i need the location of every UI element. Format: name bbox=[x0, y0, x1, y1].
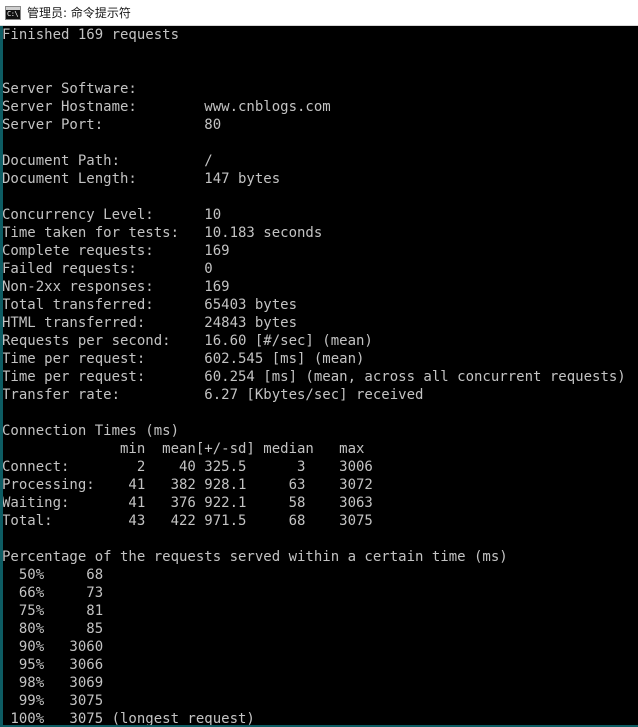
console-line: Server Port: 80 bbox=[2, 117, 222, 133]
console-line: 99% 3075 bbox=[2, 693, 104, 709]
console-line: Concurrency Level: 10 bbox=[2, 207, 222, 223]
console-text-buffer: Finished 169 requests Server Software: Ser… bbox=[2, 26, 638, 727]
console-line: 75% 81 bbox=[2, 603, 104, 619]
console-line: 95% 3066 bbox=[2, 657, 104, 673]
console-line: Server Software: bbox=[2, 81, 137, 97]
cmd-console-icon: C:\ bbox=[5, 5, 21, 20]
console-line: Complete requests: 169 bbox=[2, 243, 230, 259]
console-line: Waiting: 41 376 922.1 58 3063 bbox=[2, 495, 373, 511]
console-line: HTML transferred: 24843 bytes bbox=[2, 315, 298, 331]
console-line: Time per request: 60.254 [ms] (mean, acr… bbox=[2, 369, 626, 385]
window-title: 管理员: 命令提示符 bbox=[27, 5, 131, 20]
console-line: 100% 3075 (longest request) bbox=[2, 711, 255, 727]
console-line: Non-2xx responses: 169 bbox=[2, 279, 230, 295]
console-line: Connect: 2 40 325.5 3 3006 bbox=[2, 459, 373, 475]
console-line: min mean[+/-sd] median max bbox=[2, 441, 365, 457]
console-line: Total transferred: 65403 bytes bbox=[2, 297, 298, 313]
console-line: Connection Times (ms) bbox=[2, 423, 180, 439]
console-line: Requests per second: 16.60 [#/sec] (mean… bbox=[2, 333, 373, 349]
console-line: Time per request: 602.545 [ms] (mean) bbox=[2, 351, 365, 367]
console-output-area[interactable]: Finished 169 requests Server Software: Ser… bbox=[0, 26, 638, 727]
console-line: 98% 3069 bbox=[2, 675, 104, 691]
console-line: Finished 169 requests bbox=[2, 27, 180, 43]
console-line: 50% 68 bbox=[2, 567, 104, 583]
console-line: Document Length: 147 bytes bbox=[2, 171, 281, 187]
console-line: Processing: 41 382 928.1 63 3072 bbox=[2, 477, 373, 493]
cmd-icon-prompt-glyph: C:\ bbox=[7, 9, 19, 18]
console-line: Failed requests: 0 bbox=[2, 261, 213, 277]
console-line: Time taken for tests: 10.183 seconds bbox=[2, 225, 323, 241]
console-line: Percentage of the requests served within… bbox=[2, 549, 508, 565]
console-line: 66% 73 bbox=[2, 585, 104, 601]
console-line: Server Hostname: www.cnblogs.com bbox=[2, 99, 331, 115]
console-line: Document Path: / bbox=[2, 153, 213, 169]
console-line: Transfer rate: 6.27 [Kbytes/sec] receive… bbox=[2, 387, 424, 403]
console-line: 80% 85 bbox=[2, 621, 104, 637]
title-bar[interactable]: C:\ 管理员: 命令提示符 bbox=[0, 0, 638, 26]
console-line: 90% 3060 bbox=[2, 639, 104, 655]
command-prompt-window: C:\ 管理员: 命令提示符 Finished 169 requests Serv… bbox=[0, 0, 638, 727]
console-line: Total: 43 422 971.5 68 3075 bbox=[2, 513, 373, 529]
